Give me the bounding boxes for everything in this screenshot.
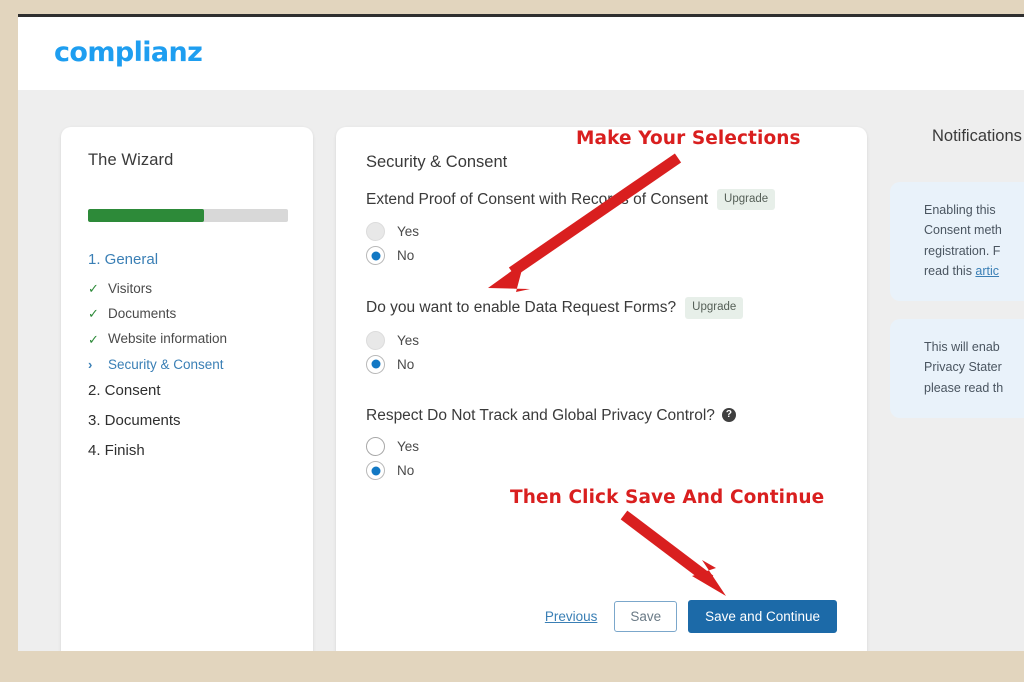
notification-line-1: This will enab: [924, 340, 1000, 354]
radio-label: Yes: [397, 439, 420, 455]
wizard-substep-label: Security & Consent: [108, 356, 224, 372]
field-extend-proof-of-consent: Extend Proof of Consent with Records of …: [366, 189, 844, 266]
check-icon: ✓: [88, 281, 99, 297]
field-label-text: Respect Do Not Track and Global Privacy …: [366, 406, 715, 424]
check-icon: ✓: [88, 331, 99, 347]
wizard-substep-visitors[interactable]: ✓ Visitors: [88, 277, 298, 302]
field-do-not-track: Respect Do Not Track and Global Privacy …: [366, 406, 844, 481]
wizard-substep-label: Website information: [108, 331, 228, 347]
radio-button[interactable]: [366, 437, 385, 457]
notifications-column: Notifications Enabling this Consent meth…: [890, 127, 1024, 436]
radio-button-selected[interactable]: [366, 354, 385, 374]
radio-option-yes[interactable]: Yes: [366, 437, 844, 457]
wizard-step-finish[interactable]: 4. Finish: [88, 438, 298, 468]
save-and-continue-button[interactable]: Save and Continue: [688, 600, 837, 633]
wizard-title: The Wizard: [88, 151, 174, 169]
previous-link[interactable]: Previous: [545, 609, 598, 624]
notification-line-3: registration. F: [924, 243, 1001, 258]
radio-button-selected[interactable]: [366, 461, 385, 481]
radio-label: Yes: [397, 332, 420, 348]
wizard-progress-fill: [88, 209, 204, 222]
radio-button[interactable]: [366, 222, 385, 242]
screenshot-root: complianz The Wizard 1. General ✓ Visito…: [0, 0, 1024, 682]
notification-card: Enabling this Consent meth registration.…: [890, 182, 1024, 301]
radio-label: Yes: [397, 224, 420, 240]
site-header: complianz: [18, 17, 1024, 90]
radio-option-no[interactable]: No: [366, 354, 844, 374]
field-label-text: Extend Proof of Consent with Records of …: [366, 191, 709, 208]
help-icon[interactable]: ?: [721, 408, 736, 423]
radio-option-yes[interactable]: Yes: [366, 222, 844, 242]
security-consent-form-card: Security & Consent Extend Proof of Conse…: [336, 127, 867, 651]
wizard-step-general[interactable]: 1. General: [88, 247, 298, 277]
chevron-right-icon: ›: [88, 356, 93, 372]
upgrade-badge[interactable]: Upgrade: [717, 189, 776, 211]
radio-option-no[interactable]: No: [366, 461, 844, 481]
notification-line-3: please read th: [924, 380, 1004, 395]
wizard-progress-bar: [88, 209, 288, 222]
radio-label: No: [397, 248, 415, 264]
wizard-sidebar-card: The Wizard 1. General ✓ Visitors ✓ Docum…: [61, 127, 313, 651]
save-button[interactable]: Save: [614, 601, 678, 632]
complianz-logo[interactable]: complianz: [54, 39, 203, 66]
radio-label: No: [397, 356, 415, 372]
notification-text: This will enab Privacy Stater please rea…: [924, 337, 1024, 398]
radio-button[interactable]: [366, 330, 385, 350]
browser-page: complianz The Wizard 1. General ✓ Visito…: [18, 14, 1024, 651]
radio-label: No: [397, 463, 415, 479]
notification-card: This will enab Privacy Stater please rea…: [890, 319, 1024, 418]
wizard-step-documents[interactable]: 3. Documents: [88, 408, 298, 438]
radio-option-yes[interactable]: Yes: [366, 330, 844, 350]
notification-line-2: Consent meth: [924, 223, 1002, 238]
form-fields: Extend Proof of Consent with Records of …: [366, 189, 844, 502]
wizard-substep-website-information[interactable]: ✓ Website information: [88, 327, 298, 352]
field-label: Do you want to enable Data Request Forms…: [366, 297, 844, 319]
form-footer: Previous Save Save and Continue: [545, 600, 837, 633]
field-data-request-forms: Do you want to enable Data Request Forms…: [366, 297, 844, 374]
wizard-substep-documents[interactable]: ✓ Documents: [88, 302, 298, 327]
upgrade-badge[interactable]: Upgrade: [685, 297, 744, 319]
notification-text: Enabling this Consent meth registration.…: [924, 200, 1024, 281]
content-area: The Wizard 1. General ✓ Visitors ✓ Docum…: [18, 90, 1024, 651]
notification-article-link[interactable]: artic: [975, 264, 999, 278]
radio-option-no[interactable]: No: [366, 246, 844, 266]
wizard-step-consent[interactable]: 2. Consent: [88, 378, 298, 408]
field-label: Respect Do Not Track and Global Privacy …: [366, 406, 844, 425]
wizard-substep-label: Documents: [108, 306, 177, 322]
field-label-text: Do you want to enable Data Request Forms…: [366, 299, 677, 317]
form-title: Security & Consent: [366, 153, 508, 171]
wizard-substep-security-and-consent[interactable]: › Security & Consent: [88, 353, 298, 378]
notification-line-1: Enabling this: [924, 203, 996, 217]
check-icon: ✓: [88, 306, 99, 322]
notification-line-4: read this: [924, 263, 976, 278]
notification-line-2: Privacy Stater: [924, 360, 1002, 375]
notifications-title: Notifications: [932, 127, 1022, 145]
field-label: Extend Proof of Consent with Records of …: [366, 189, 844, 211]
wizard-substep-label: Visitors: [108, 281, 153, 296]
wizard-step-list: 1. General ✓ Visitors ✓ Documents ✓ Webs…: [88, 247, 298, 468]
radio-button-selected[interactable]: [366, 246, 385, 266]
